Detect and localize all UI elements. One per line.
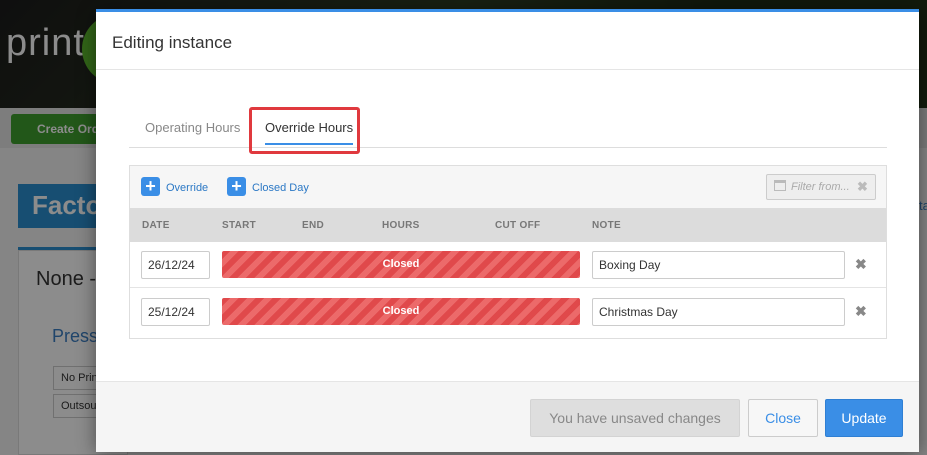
tab-override-hours-label: Override Hours [265, 120, 354, 135]
column-header-note: NOTE [592, 220, 621, 231]
calendar-icon [774, 180, 786, 191]
modal-header: Editing instance [96, 12, 919, 70]
column-header-hours: HOURS [382, 220, 420, 231]
table-row: 26/12/24 Closed Boxing Day ✖ [130, 242, 886, 288]
column-header-date: DATE [142, 220, 170, 231]
clear-filter-icon[interactable]: ✖ [857, 179, 868, 195]
note-field[interactable]: Christmas Day [592, 298, 845, 326]
modal-title: Editing instance [112, 33, 233, 52]
delete-row-icon[interactable]: ✖ [855, 256, 867, 273]
date-field[interactable]: 26/12/24 [141, 251, 210, 279]
filter-placeholder: Filter from... [791, 181, 850, 193]
closed-status-bar: Closed [222, 251, 580, 278]
note-field[interactable]: Boxing Day [592, 251, 845, 279]
column-header-start: START [222, 220, 257, 231]
tab-override-hours[interactable]: Override Hours [265, 108, 354, 148]
add-override-label: Override [166, 182, 209, 194]
plus-icon: + [141, 177, 160, 196]
override-hours-grid: + Override + Closed Day Filter from... ✖… [129, 165, 887, 339]
tab-bar: Operating Hours Override Hours [129, 108, 887, 148]
table-row: 25/12/24 Closed Christmas Day ✖ [130, 289, 886, 335]
table-header: DATE START END HOURS CUT OFF NOTE [130, 208, 886, 242]
unsaved-changes-button: You have unsaved changes [530, 399, 740, 437]
close-button[interactable]: Close [748, 399, 818, 437]
delete-row-icon[interactable]: ✖ [855, 303, 867, 320]
column-header-end: END [302, 220, 325, 231]
edit-instance-modal: Editing instance Operating Hours Overrid… [96, 9, 919, 452]
add-closed-day-label: Closed Day [252, 182, 309, 194]
date-field[interactable]: 25/12/24 [141, 298, 210, 326]
modal-footer: You have unsaved changes Close Update [96, 381, 919, 452]
add-closed-day-button[interactable]: + Closed Day [227, 177, 309, 197]
closed-status-bar: Closed [222, 298, 580, 325]
add-override-button[interactable]: + Override [141, 177, 211, 197]
update-button[interactable]: Update [825, 399, 903, 437]
grid-toolbar: + Override + Closed Day Filter from... ✖ [130, 166, 886, 208]
active-tab-indicator [265, 143, 354, 145]
tab-operating-hours[interactable]: Operating Hours [145, 108, 240, 148]
filter-from-input[interactable]: Filter from... ✖ [766, 174, 876, 200]
column-header-cut-off: CUT OFF [495, 220, 541, 231]
plus-icon: + [227, 177, 246, 196]
